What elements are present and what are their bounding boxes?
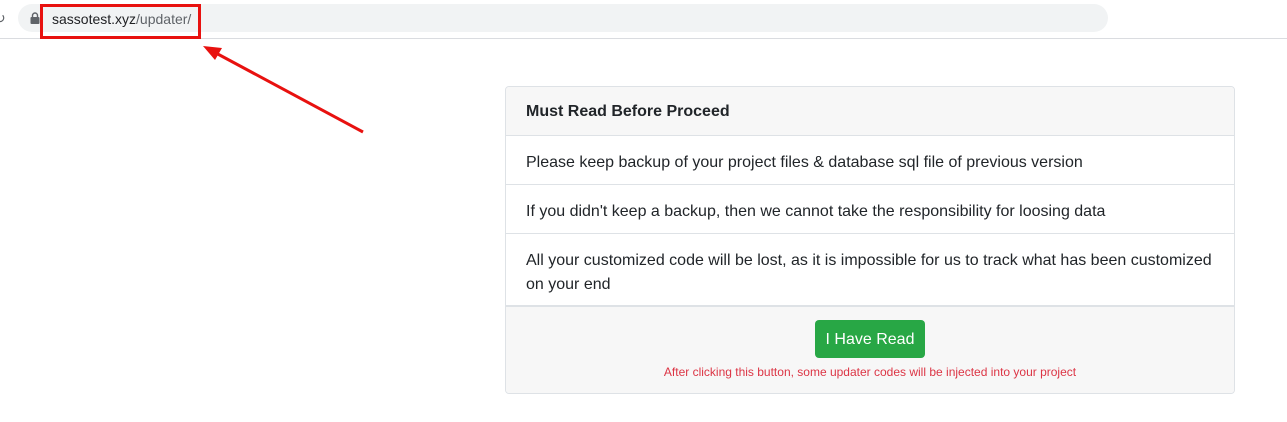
notice-card: Must Read Before Proceed Please keep bac… xyxy=(505,86,1235,394)
warning-note: After clicking this button, some updater… xyxy=(663,365,1077,379)
list-item: Please keep backup of your project files… xyxy=(506,136,1234,185)
card-footer: I Have Read After clicking this button, … xyxy=(506,307,1234,393)
card-title: Must Read Before Proceed xyxy=(506,87,1234,136)
list-item: If you didn't keep a backup, then we can… xyxy=(506,185,1234,234)
lock-icon xyxy=(30,12,40,24)
i-have-read-button[interactable]: I Have Read xyxy=(815,320,925,358)
list-item: All your customized code will be lost, a… xyxy=(506,234,1234,307)
reload-icon[interactable]: ↻ xyxy=(0,10,8,26)
annotation-highlight-box xyxy=(40,4,201,39)
